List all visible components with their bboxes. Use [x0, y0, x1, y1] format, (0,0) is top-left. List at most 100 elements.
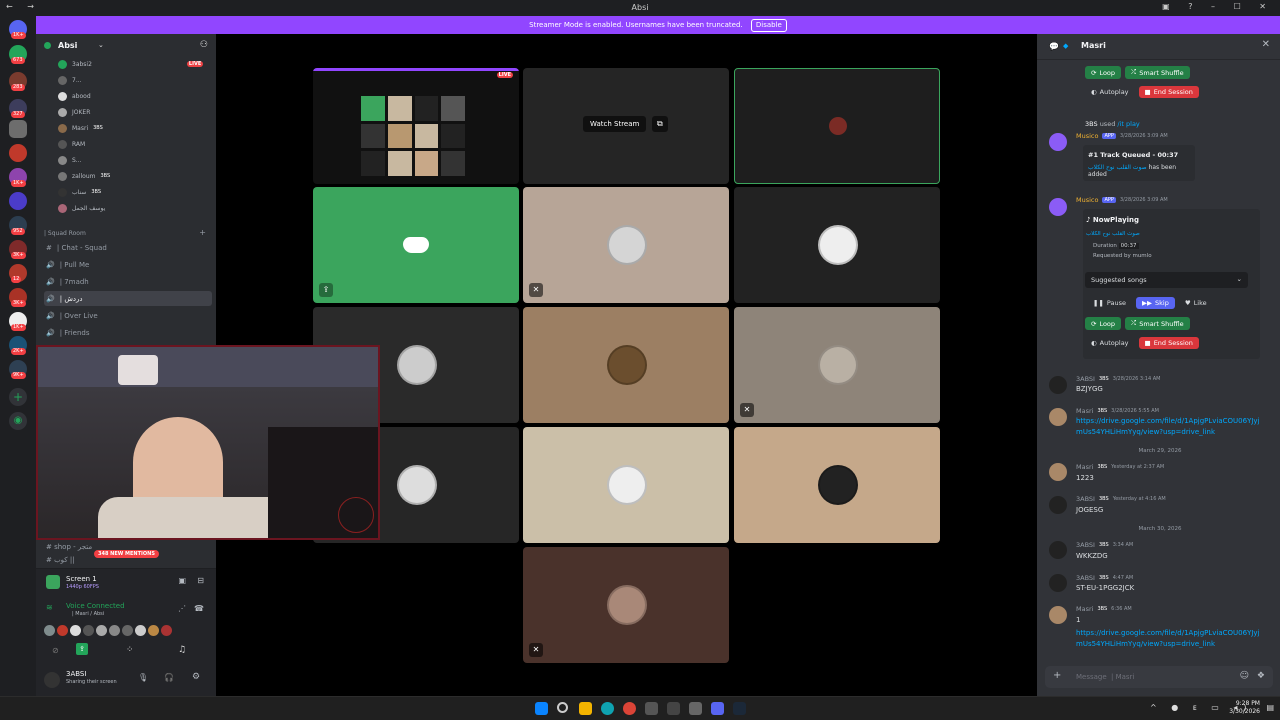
new-mentions-badge[interactable]: 348 NEW MENTIONS — [94, 550, 159, 558]
channel-item[interactable]: # | Chat - Squad — [44, 240, 212, 255]
app-icon[interactable] — [667, 702, 680, 715]
voice-user[interactable]: zalloum 3BS — [58, 170, 110, 182]
voice-status[interactable]: Voice Connected — [66, 602, 125, 610]
server-icon[interactable]: 3K+ — [9, 288, 27, 307]
participant-tile[interactable]: ⇪ — [313, 187, 519, 303]
screen-share-icon[interactable]: ⇪ — [76, 643, 88, 655]
voice-user[interactable]: يوسف الجمل — [58, 202, 105, 214]
bot-avatar[interactable] — [1049, 198, 1067, 216]
channel-item[interactable]: 🔊 | Friends — [44, 325, 212, 340]
notification-icon[interactable]: ▤ — [1266, 703, 1274, 712]
channel-item-selected[interactable]: 🔊 | دردش — [44, 291, 212, 306]
windows-start-icon[interactable] — [535, 702, 548, 715]
soundboard-icon[interactable]: ♫ — [178, 645, 186, 655]
username[interactable]: 3ABSI — [66, 670, 86, 678]
server-icon[interactable] — [9, 144, 27, 162]
avatar[interactable] — [1049, 463, 1067, 481]
stream-tile[interactable]: Watch Stream ⧉ — [523, 68, 729, 184]
voice-user[interactable]: RAM — [58, 138, 85, 150]
channel-item[interactable]: 🔊 | Pull Me — [44, 257, 212, 272]
search-icon[interactable] — [557, 702, 568, 713]
add-server-icon[interactable]: + — [9, 388, 27, 406]
skip-button[interactable]: ▶▶ Skip — [1136, 297, 1175, 309]
participant-tile[interactable]: ✕ — [523, 547, 729, 663]
home-server[interactable]: 1K+ — [9, 20, 27, 39]
server-icon[interactable]: 1K+ — [9, 168, 27, 187]
popout-icon[interactable]: ⧉ — [652, 116, 668, 132]
like-button[interactable]: ♥ Like — [1179, 297, 1213, 309]
end-session-button[interactable]: ■ End Session — [1138, 86, 1199, 98]
app-icon[interactable] — [689, 702, 702, 715]
chevron-down-icon[interactable]: ⌄ — [98, 41, 104, 49]
add-channel-icon[interactable]: + — [199, 228, 206, 237]
loop-button[interactable]: ⟳ Loop — [1085, 317, 1122, 330]
channel-item[interactable]: 🔊 | 7madh — [44, 274, 212, 289]
stop-stream-icon[interactable]: ⊟ — [197, 576, 204, 585]
voice-user[interactable]: 3absi2 LIVE — [58, 58, 204, 70]
participant-tile[interactable] — [734, 187, 940, 303]
command-link[interactable]: /it play — [1117, 120, 1139, 128]
server-icon[interactable]: 327 — [9, 99, 27, 118]
headphones-icon[interactable]: 🎧 — [164, 673, 174, 682]
voice-location[interactable]: | Masri / Absi — [72, 611, 104, 617]
server-icon[interactable]: 673 — [9, 45, 27, 64]
song-link[interactable]: صوت القلب نوح الكلاب — [1086, 231, 1140, 237]
server-icon[interactable]: 12 — [9, 264, 27, 283]
chrome-icon[interactable] — [623, 702, 636, 715]
smart-shuffle-button[interactable]: ⤮ Smart Shuffle — [1125, 317, 1190, 330]
loop-button[interactable]: ⟳ Loop — [1085, 66, 1122, 79]
participant-tile[interactable] — [523, 307, 729, 423]
pause-button[interactable]: ❚❚ Pause — [1087, 297, 1132, 309]
channel-item[interactable]: 🔊 | Over Live — [44, 308, 212, 323]
voice-user[interactable]: S... — [58, 154, 82, 166]
back-forward-icons[interactable]: ← → — [6, 2, 40, 11]
server-icon[interactable] — [9, 120, 27, 138]
server-icon[interactable]: 3K+ — [9, 240, 27, 259]
stream-tile[interactable]: LIVE — [313, 68, 519, 184]
gift-icon[interactable]: ❖ — [1257, 671, 1265, 681]
participant-tile[interactable]: ✕ — [734, 307, 940, 423]
participant-tile[interactable]: ✕ — [523, 187, 729, 303]
app-icon[interactable] — [645, 702, 658, 715]
activities-icon[interactable]: ⁘ — [126, 645, 134, 655]
noise-suppression-icon[interactable]: ⋰ — [178, 604, 186, 613]
server-icon[interactable]: 952 — [9, 216, 27, 235]
edge-icon[interactable] — [601, 702, 614, 715]
smart-shuffle-button[interactable]: ⤮ Smart Shuffle — [1125, 66, 1190, 79]
attach-plus-icon[interactable]: + — [1053, 670, 1061, 681]
avatar[interactable] — [1049, 496, 1067, 514]
autoplay-button[interactable]: ◐ Autoplay — [1085, 86, 1135, 98]
microphone-icon[interactable]: 🎙 — [138, 673, 148, 682]
server-icon[interactable]: 9K+ — [9, 360, 27, 379]
autoplay-button[interactable]: ◐ Autoplay — [1085, 337, 1135, 349]
message-link[interactable]: https://drive.google.com/file/d/1ApjgPLv… — [1076, 628, 1260, 650]
watch-stream-button[interactable]: Watch Stream — [583, 116, 647, 132]
avatar[interactable] — [1049, 376, 1067, 394]
server-icon[interactable]: 2K+ — [9, 336, 27, 355]
avatar[interactable] — [1049, 606, 1067, 624]
server-name[interactable]: Absi — [58, 41, 77, 50]
camera-icon[interactable]: ⊘ — [52, 646, 59, 655]
song-link[interactable]: صوت القلب نوح الكلاب — [1088, 164, 1147, 171]
bot-avatar[interactable] — [1049, 133, 1067, 151]
avatar[interactable] — [44, 672, 60, 688]
message-link[interactable]: https://drive.google.com/file/d/1ApjgPLv… — [1076, 416, 1260, 438]
window-controls[interactable]: ▣ ? – ☐ ✕ — [1162, 2, 1274, 11]
voice-user[interactable]: abood — [58, 90, 91, 102]
participant-tile[interactable] — [523, 427, 729, 543]
stream-settings-icon[interactable]: ▣ — [178, 576, 186, 585]
avatar[interactable] — [1049, 541, 1067, 559]
clock[interactable]: 9:28 PM 3/30/2026 — [1229, 700, 1260, 716]
avatar[interactable] — [1049, 574, 1067, 592]
server-icon[interactable]: 283 — [9, 72, 27, 91]
file-explorer-icon[interactable] — [579, 702, 592, 715]
participant-tile[interactable] — [734, 68, 940, 184]
participant-tile[interactable] — [734, 427, 940, 543]
signal-icon[interactable]: ≋ — [46, 603, 53, 612]
disable-button[interactable]: Disable — [750, 19, 787, 32]
disconnect-icon[interactable]: ☎ — [194, 604, 204, 613]
discord-icon[interactable] — [711, 702, 724, 715]
avatar[interactable] — [1049, 408, 1067, 426]
suggested-songs-select[interactable]: Suggested songs ⌄ — [1085, 272, 1248, 288]
voice-user[interactable]: JOKER — [58, 106, 90, 118]
